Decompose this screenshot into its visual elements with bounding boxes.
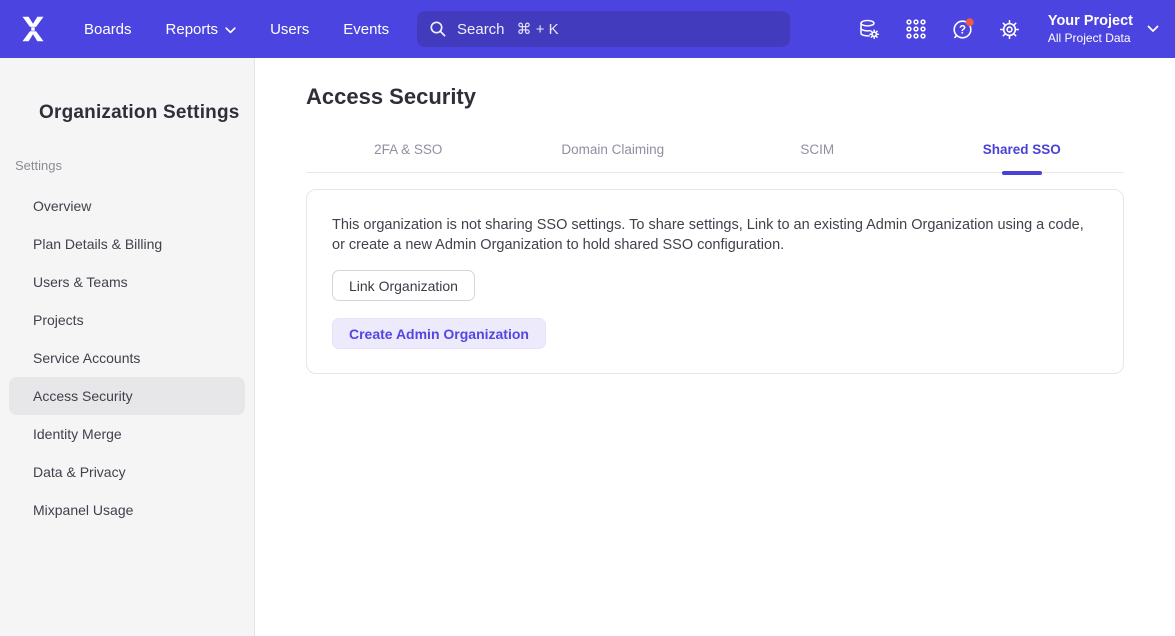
tab-domain-claiming[interactable]: Domain Claiming	[511, 142, 716, 172]
sidebar-items: Overview Plan Details & Billing Users & …	[0, 187, 254, 529]
link-organization-button[interactable]: Link Organization	[332, 270, 475, 301]
navbar-left-group: Boards Reports Users Events	[16, 0, 389, 58]
mixpanel-logo-icon	[19, 15, 47, 43]
sidebar-item-label: Identity Merge	[33, 426, 122, 442]
sidebar-item-data-privacy[interactable]: Data & Privacy	[9, 453, 245, 491]
nav-item-boards[interactable]: Boards	[84, 21, 132, 38]
sidebar-item-overview[interactable]: Overview	[9, 187, 245, 225]
sidebar-item-identity-merge[interactable]: Identity Merge	[9, 415, 245, 453]
apps-grid-button[interactable]	[904, 17, 928, 41]
tab-shared-sso[interactable]: Shared SSO	[920, 142, 1125, 172]
project-selector[interactable]: Your Project All Project Data	[1048, 12, 1159, 46]
nav-item-events-label: Events	[343, 21, 389, 38]
gear-icon	[998, 18, 1021, 41]
tab-label: Domain Claiming	[561, 142, 664, 157]
tab-scim[interactable]: SCIM	[715, 142, 920, 172]
sidebar-item-label: Data & Privacy	[33, 464, 126, 480]
access-security-tabs: 2FA & SSO Domain Claiming SCIM Shared SS…	[306, 142, 1124, 173]
project-name: Your Project	[1048, 12, 1133, 30]
nav-item-events[interactable]: Events	[343, 21, 389, 38]
tab-label: Shared SSO	[983, 142, 1061, 157]
main-content: Access Security 2FA & SSO Domain Claimin…	[256, 58, 1175, 636]
search-shortcut-hint: ⌘ + K	[517, 20, 559, 38]
project-data-scope: All Project Data	[1048, 31, 1133, 46]
nav-item-boards-label: Boards	[84, 21, 132, 38]
shared-sso-description: This organization is not sharing SSO set…	[332, 216, 1098, 255]
sidebar-item-label: Access Security	[33, 388, 133, 404]
nav-item-reports-label: Reports	[166, 21, 219, 38]
chevron-down-icon	[1147, 25, 1159, 33]
sidebar-title: Organization Settings	[0, 58, 254, 124]
help-question-icon: ?	[951, 17, 975, 41]
chevron-down-icon	[225, 27, 236, 34]
tab-2fa-sso[interactable]: 2FA & SSO	[306, 142, 511, 172]
shared-sso-card: This organization is not sharing SSO set…	[306, 189, 1124, 374]
grid-dots-icon	[905, 18, 927, 40]
sidebar-item-plan-details-billing[interactable]: Plan Details & Billing	[9, 225, 245, 263]
data-management-button[interactable]	[857, 17, 881, 41]
nav-item-users[interactable]: Users	[270, 21, 309, 38]
search-icon	[429, 20, 447, 38]
search-input[interactable]: Search ⌘ + K	[417, 11, 790, 47]
nav-item-reports[interactable]: Reports	[166, 21, 237, 38]
sidebar-section-label: Settings	[15, 158, 254, 173]
sidebar-item-projects[interactable]: Projects	[9, 301, 245, 339]
create-admin-organization-button[interactable]: Create Admin Organization	[332, 318, 546, 349]
sidebar-item-label: Mixpanel Usage	[33, 502, 133, 518]
page-title: Access Security	[306, 84, 1124, 110]
tab-label: 2FA & SSO	[374, 142, 442, 157]
settings-sidebar: Organization Settings Settings Overview …	[0, 58, 255, 636]
search-placeholder: Search	[457, 21, 505, 38]
sidebar-item-label: Users & Teams	[33, 274, 128, 290]
sidebar-item-users-teams[interactable]: Users & Teams	[9, 263, 245, 301]
navbar-right-group: ? Your Project All Project Data	[834, 0, 1159, 58]
project-selector-text: Your Project All Project Data	[1048, 12, 1133, 46]
help-button[interactable]: ?	[951, 17, 975, 41]
database-gear-icon	[857, 17, 881, 41]
sidebar-item-access-security[interactable]: Access Security	[9, 377, 245, 415]
mixpanel-logo[interactable]	[16, 12, 50, 46]
top-navbar: Boards Reports Users Events Search ⌘ + K	[0, 0, 1175, 58]
sidebar-item-mixpanel-usage[interactable]: Mixpanel Usage	[9, 491, 245, 529]
svg-text:?: ?	[959, 25, 966, 37]
nav-item-users-label: Users	[270, 21, 309, 38]
settings-button[interactable]	[998, 17, 1022, 41]
sidebar-item-label: Service Accounts	[33, 350, 140, 366]
sidebar-item-label: Projects	[33, 312, 84, 328]
notification-badge	[966, 18, 974, 26]
sidebar-item-label: Overview	[33, 198, 91, 214]
tab-label: SCIM	[800, 142, 834, 157]
sidebar-item-service-accounts[interactable]: Service Accounts	[9, 339, 245, 377]
sidebar-item-label: Plan Details & Billing	[33, 236, 162, 252]
